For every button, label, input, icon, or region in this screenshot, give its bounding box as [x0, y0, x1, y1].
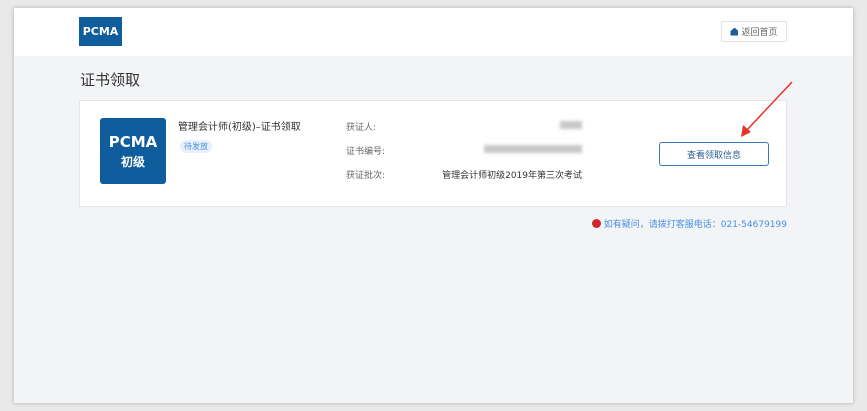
- red-arrow-annotation: [741, 81, 793, 137]
